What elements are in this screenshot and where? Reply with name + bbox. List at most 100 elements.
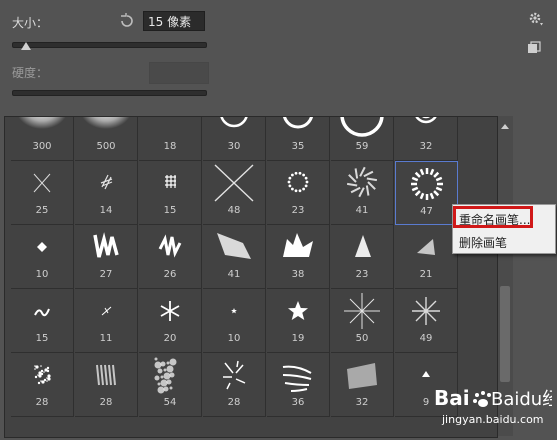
brush-preset-item[interactable]: 36: [267, 353, 330, 417]
brush-dot-ring-icon: [287, 171, 309, 193]
brush-size-label: 11: [99, 333, 113, 344]
brush-hash-icon: [100, 174, 113, 190]
brush-snowflake-icon: [160, 301, 180, 321]
brush-preset-item[interactable]: 23: [267, 161, 330, 225]
brush-preset-item[interactable]: 300: [11, 117, 74, 161]
brush-preset-item[interactable]: 49: [395, 289, 458, 353]
brush-size-label: 25: [35, 205, 49, 216]
baidu-logo-icon: Bai Baidu经验: [434, 386, 557, 410]
brush-size-label: 30: [227, 141, 241, 152]
brush-dash-ring-icon: [411, 168, 443, 200]
brush-size-label: 19: [291, 333, 305, 344]
brush-leaves-icon: [282, 365, 312, 392]
new-preset-icon[interactable]: [527, 40, 541, 54]
brush-wedge-icon: [417, 239, 435, 255]
brush-size-label: 54: [163, 397, 177, 408]
brush-size-label: 36: [291, 397, 305, 408]
brush-preset-item[interactable]: 50: [331, 289, 394, 353]
brush-preset-item[interactable]: 10: [11, 225, 74, 289]
brush-texture-icon: [154, 357, 177, 394]
brush-squiggle-icon: [34, 308, 50, 317]
brush-preset-item[interactable]: 26: [139, 225, 202, 289]
brush-size-label: 14: [99, 205, 113, 216]
brush-size-label: 10: [227, 333, 241, 344]
brush-preset-item[interactable]: 28: [203, 353, 266, 417]
brush-preset-item[interactable]: 47: [395, 161, 458, 225]
brush-preset-grid: 300 500 18 30 35 59 32 25 14 15 48 23 41 47 10 27 26 41 38…: [4, 116, 498, 438]
brush-preset-item[interactable]: 35: [267, 117, 330, 161]
brush-size-label: 27: [99, 269, 113, 280]
brush-sparkle-icon: [344, 293, 380, 329]
brush-preset-item[interactable]: 32: [331, 353, 394, 417]
brush-grass-icon: [223, 360, 246, 390]
brush-zigzag2-icon: [158, 234, 182, 258]
brush-star-s-icon: [231, 308, 237, 314]
brush-size-label: 15: [35, 333, 49, 344]
brush-preset-item[interactable]: 59: [331, 117, 394, 161]
brush-preset-item[interactable]: 28: [75, 353, 138, 417]
brush-size-label: 38: [291, 269, 305, 280]
brush-size-label: 48: [227, 205, 241, 216]
scrollbar-thumb[interactable]: [500, 286, 510, 382]
brush-size-label: 59: [355, 141, 369, 152]
brush-preset-item[interactable]: 10: [203, 289, 266, 353]
brush-size-label: 10: [35, 269, 49, 280]
brush-size-label: 26: [163, 269, 177, 280]
brush-size-label: 15: [163, 205, 177, 216]
brush-preset-item[interactable]: 19: [267, 289, 330, 353]
brush-preset-item[interactable]: 38: [267, 225, 330, 289]
size-slider-thumb[interactable]: [20, 42, 31, 50]
brush-swirl-icon: [346, 166, 378, 198]
delete-brush-item[interactable]: 删除画笔: [459, 234, 507, 251]
brush-preset-item[interactable]: 41: [203, 225, 266, 289]
hardness-input: [149, 62, 209, 84]
brush-star-m-icon: [288, 301, 308, 320]
brush-size-label: 23: [355, 269, 369, 280]
gear-icon[interactable]: [527, 10, 545, 28]
brush-preset-item[interactable]: 14: [75, 161, 138, 225]
brush-preset-item[interactable]: 48: [203, 161, 266, 225]
hardness-slider: [12, 90, 207, 96]
brush-preset-item[interactable]: 500: [75, 117, 138, 161]
brush-size-label: 49: [419, 333, 433, 344]
svg-text:Bai: Bai: [434, 386, 470, 410]
brush-cross-icon: [33, 173, 51, 193]
brush-size-label: 32: [355, 397, 369, 408]
brush-cross-big-icon: [214, 164, 254, 202]
brush-size-label: 23: [291, 205, 305, 216]
brush-size-label: 35: [291, 141, 305, 152]
reset-size-icon[interactable]: [118, 12, 136, 30]
brush-grid-icon: [165, 175, 176, 188]
size-input[interactable]: 15 像素: [143, 11, 205, 31]
brush-chalk-icon: [217, 233, 251, 259]
brush-preset-item[interactable]: 15: [11, 289, 74, 353]
brush-spray-icon: [34, 365, 51, 385]
brush-preset-item[interactable]: 20: [139, 289, 202, 353]
brush-spray2-icon: [96, 364, 116, 386]
brush-preset-item[interactable]: 11: [75, 289, 138, 353]
brush-preset-item[interactable]: 21: [395, 225, 458, 289]
brush-size-label: 32: [419, 141, 433, 152]
brush-preset-item[interactable]: 23: [331, 225, 394, 289]
brush-preset-item[interactable]: 32: [395, 117, 458, 161]
brush-preset-item[interactable]: 41: [331, 161, 394, 225]
brush-size-label: 20: [163, 333, 177, 344]
brush-preset-item[interactable]: 30: [203, 117, 266, 161]
brush-preset-item[interactable]: 15: [139, 161, 202, 225]
brush-preset-item[interactable]: 27: [75, 225, 138, 289]
brush-size-label: 500: [96, 141, 116, 152]
scroll-up-arrow-icon[interactable]: [501, 124, 509, 129]
brush-size-label: 300: [32, 141, 52, 152]
brush-preset-item[interactable]: 54: [139, 353, 202, 417]
brush-sparkle2-icon: [412, 297, 440, 325]
brush-preset-item[interactable]: 18: [139, 117, 202, 161]
size-slider[interactable]: [12, 42, 207, 48]
brush-preset-item[interactable]: 25: [11, 161, 74, 225]
brush-size-label: 28: [35, 397, 49, 408]
brush-preset-item[interactable]: 28: [11, 353, 74, 417]
hardness-label: 硬度：: [12, 66, 49, 80]
brush-size-label: 47: [420, 206, 433, 217]
highlight-box: [453, 206, 533, 228]
brush-size-label: 28: [99, 397, 113, 408]
brush-splat-icon: [283, 233, 313, 257]
